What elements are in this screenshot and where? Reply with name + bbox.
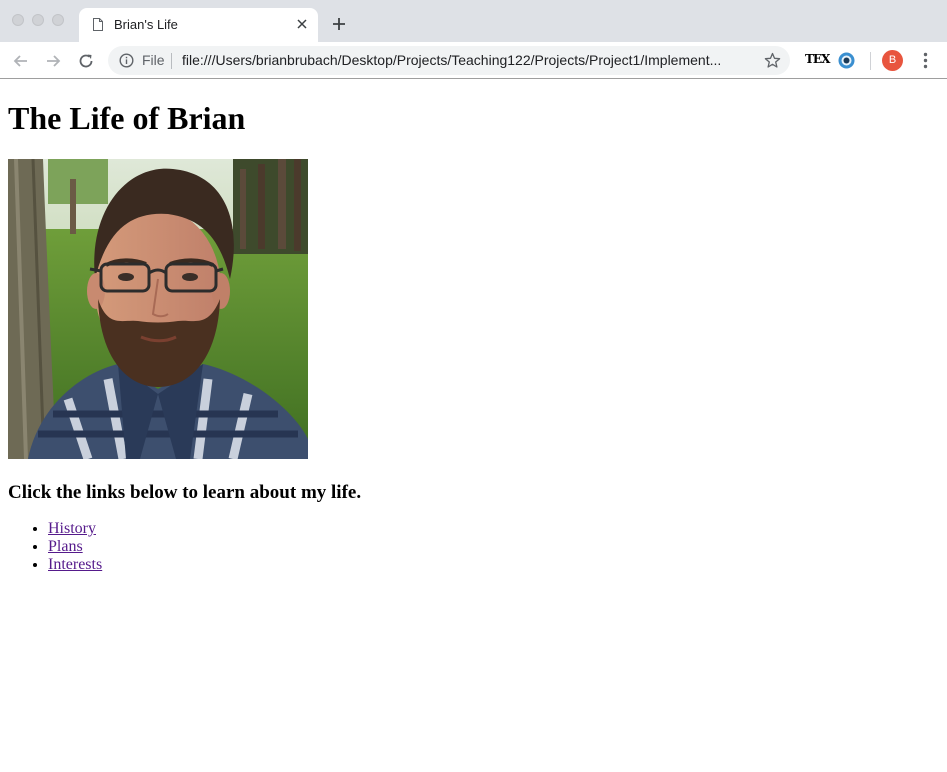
bookmark-star-icon[interactable] (764, 52, 781, 69)
interests-link[interactable]: Interests (48, 556, 102, 573)
browser-toolbar: File file:///Users/brianbrubach/Desktop/… (0, 42, 947, 79)
address-bar[interactable]: File file:///Users/brianbrubach/Desktop/… (108, 46, 790, 75)
portrait-photo (8, 159, 308, 459)
reload-icon[interactable] (76, 51, 96, 71)
toolbar-divider (870, 52, 871, 70)
close-window-button[interactable] (12, 14, 24, 26)
info-icon[interactable] (119, 53, 134, 68)
list-item: History (48, 520, 102, 538)
profile-avatar[interactable]: B (882, 50, 903, 71)
zoom-window-button[interactable] (52, 14, 64, 26)
minimize-window-button[interactable] (32, 14, 44, 26)
tab-strip: Brian's Life (0, 0, 947, 42)
omnibox-divider (171, 53, 172, 69)
intro-heading: Click the links below to learn about my … (8, 482, 362, 503)
web-page: The Life of Brian Click the links below … (0, 80, 947, 772)
plans-link[interactable]: Plans (48, 538, 83, 555)
back-arrow-icon[interactable] (11, 51, 31, 71)
forward-arrow-icon[interactable] (43, 51, 63, 71)
scheme-label: File (142, 52, 165, 68)
browser-tab[interactable]: Brian's Life (79, 8, 318, 42)
list-item: Interests (48, 556, 102, 574)
document-icon (93, 18, 103, 31)
page-title: The Life of Brian (8, 100, 246, 136)
tex-extension-icon[interactable]: TEX (805, 52, 830, 66)
more-menu-icon[interactable] (923, 52, 928, 69)
history-link[interactable]: History (48, 520, 96, 537)
tab-title: Brian's Life (114, 17, 178, 32)
url-text[interactable]: file:///Users/brianbrubach/Desktop/Proje… (182, 52, 721, 68)
eye-extension-icon[interactable] (838, 52, 855, 69)
close-icon[interactable] (296, 18, 308, 30)
new-tab-plus-icon[interactable] (332, 17, 346, 31)
link-list: History Plans Interests (8, 520, 102, 574)
list-item: Plans (48, 538, 102, 556)
